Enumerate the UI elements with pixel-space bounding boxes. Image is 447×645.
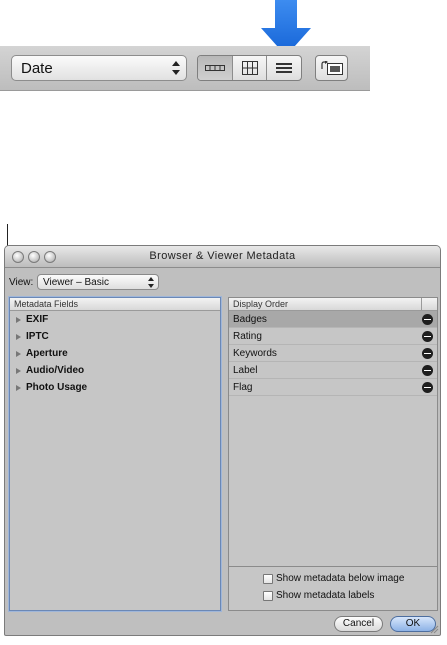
tree-item-label: Audio/Video — [26, 365, 85, 376]
resize-grip-icon[interactable] — [429, 624, 439, 634]
disclosure-triangle-icon[interactable] — [16, 333, 21, 340]
remove-icon[interactable] — [422, 313, 433, 325]
display-order-label: Rating — [233, 330, 262, 342]
view-label: View: — [9, 277, 34, 288]
remove-icon[interactable] — [422, 330, 433, 342]
disclosure-triangle-icon[interactable] — [16, 384, 21, 391]
swap-viewer-icon — [320, 61, 343, 75]
grid-view-button[interactable] — [233, 56, 268, 80]
display-order-label: Keywords — [233, 347, 277, 359]
popup-arrows-icon — [148, 277, 154, 288]
metadata-fields-header: Metadata Fields — [10, 298, 220, 311]
show-below-image-label: Show metadata below image — [276, 573, 405, 584]
display-order-row-rating[interactable]: Rating — [229, 328, 437, 345]
tree-item-photo-usage[interactable]: Photo Usage — [10, 379, 220, 396]
tree-item-audio-video[interactable]: Audio/Video — [10, 362, 220, 379]
sort-popup-label: Date — [21, 60, 53, 77]
popup-arrows-icon — [172, 61, 180, 75]
tree-item-label: Photo Usage — [26, 382, 88, 393]
browser-toolbar: Date — [0, 46, 370, 91]
view-mode-control — [197, 55, 302, 81]
grid-icon — [241, 61, 258, 75]
display-order-row-flag[interactable]: Flag — [229, 379, 437, 396]
show-below-image-checkbox[interactable] — [263, 573, 273, 584]
view-preset-value: Viewer – Basic — [43, 277, 109, 288]
window-title: Browser & Viewer Metadata — [149, 250, 296, 262]
display-order-row-badges[interactable]: Badges — [229, 311, 437, 328]
metadata-fields-panel: Metadata Fields EXIF IPTC Aperture Audio… — [9, 297, 221, 611]
display-order-label: Label — [233, 364, 258, 376]
show-labels-option[interactable]: Show metadata labels — [263, 590, 374, 601]
sort-popup[interactable]: Date — [11, 55, 187, 81]
tree-item-iptc[interactable]: IPTC — [10, 328, 220, 345]
cancel-button[interactable]: Cancel — [334, 616, 383, 632]
show-labels-checkbox[interactable] — [263, 590, 273, 601]
show-below-image-option[interactable]: Show metadata below image — [263, 573, 404, 584]
display-order-label: Badges — [233, 313, 267, 325]
display-order-header: Display Order — [229, 298, 437, 311]
disclosure-triangle-icon[interactable] — [16, 367, 21, 374]
viewer-toggle-button[interactable] — [315, 55, 348, 81]
display-options-panel: Show metadata below image Show metadata … — [228, 567, 438, 611]
list-view-button[interactable] — [267, 56, 301, 80]
view-preset-popup[interactable]: Viewer – Basic — [37, 274, 159, 290]
display-order-row-keywords[interactable]: Keywords — [229, 345, 437, 362]
filmstrip-view-button[interactable] — [198, 56, 233, 80]
list-icon — [276, 63, 293, 73]
display-order-panel: Display Order Badges Rating Keywords Lab… — [228, 297, 438, 567]
display-order-row-label[interactable]: Label — [229, 362, 437, 379]
show-labels-label: Show metadata labels — [276, 590, 375, 601]
tree-item-label: Aperture — [26, 348, 68, 359]
disclosure-triangle-icon[interactable] — [16, 350, 21, 357]
title-bar: Browser & Viewer Metadata — [5, 246, 440, 268]
tree-item-label: IPTC — [26, 331, 49, 342]
header-corner — [421, 298, 437, 310]
remove-icon[interactable] — [422, 364, 433, 376]
tree-item-label: EXIF — [26, 314, 49, 325]
filmstrip-icon — [204, 65, 225, 71]
tree-item-exif[interactable]: EXIF — [10, 311, 220, 328]
remove-icon[interactable] — [422, 381, 433, 393]
display-order-label: Flag — [233, 381, 253, 393]
remove-icon[interactable] — [422, 347, 433, 359]
disclosure-triangle-icon[interactable] — [16, 316, 21, 323]
metadata-dialog: Browser & Viewer Metadata View: Viewer –… — [4, 245, 441, 636]
tree-item-aperture[interactable]: Aperture — [10, 345, 220, 362]
